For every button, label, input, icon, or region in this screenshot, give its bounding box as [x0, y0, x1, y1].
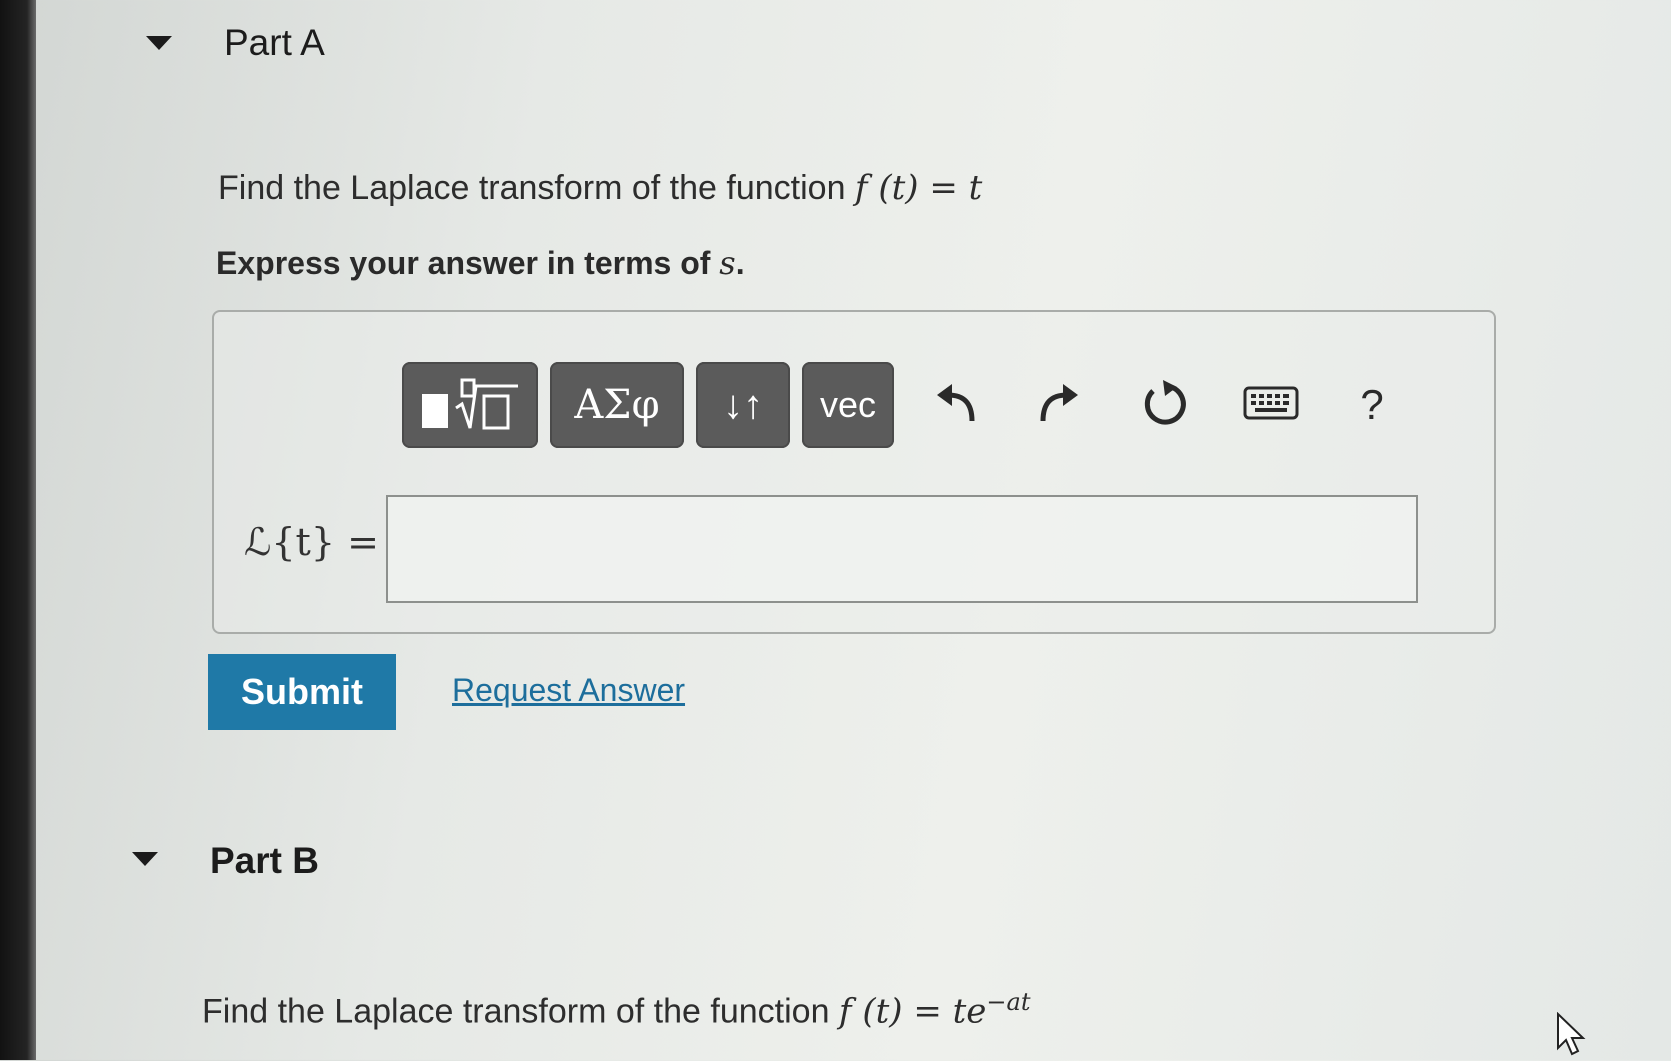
part-a-title: Part A	[224, 22, 325, 63]
screen-edge	[0, 0, 36, 1060]
instruction-period: .	[735, 245, 745, 281]
vec-label: vec	[819, 384, 877, 425]
instruction-text: Express your answer in terms of	[216, 245, 720, 281]
redo-button[interactable]	[1006, 362, 1112, 448]
undo-icon	[934, 381, 978, 430]
greek-symbols-button[interactable]: ΑΣφ	[550, 362, 684, 448]
part-b-title: Part B	[210, 840, 319, 881]
collapse-caret-icon[interactable]	[146, 36, 172, 50]
request-answer-link[interactable]: Request Answer	[452, 672, 685, 709]
undo-button[interactable]	[906, 362, 1006, 448]
part-a-question: Find the Laplace transform of the functi…	[218, 168, 982, 208]
templates-button[interactable]	[402, 362, 538, 448]
keyboard-button[interactable]	[1218, 362, 1324, 448]
keyboard-icon	[1243, 386, 1299, 425]
mouse-cursor-icon	[1556, 1011, 1586, 1061]
greek-symbols-label: ΑΣφ	[574, 382, 660, 428]
templates-icon	[420, 374, 520, 437]
question-formula: f (t) = te	[838, 991, 987, 1032]
question-formula: f (t) = t	[854, 168, 983, 208]
vector-button[interactable]: vec	[802, 362, 894, 448]
help-button[interactable]: ?	[1324, 362, 1420, 448]
answer-input[interactable]	[386, 495, 1418, 603]
arrows-label: ↓↑	[723, 382, 763, 427]
question-text: Find the Laplace transform of the functi…	[202, 992, 839, 1031]
reset-icon	[1141, 379, 1189, 432]
answer-instruction: Express your answer in terms of s.	[216, 244, 745, 282]
math-toolbar: ΑΣφ ↓↑ vec ?	[402, 362, 1420, 448]
help-label: ?	[1360, 381, 1384, 428]
redo-icon	[1037, 381, 1081, 430]
collapse-caret-icon[interactable]	[132, 852, 158, 866]
question-text: Find the Laplace transform of the functi…	[218, 169, 855, 207]
question-exponent: −at	[986, 988, 1031, 1016]
instruction-variable: s	[719, 244, 736, 282]
subscript-superscript-button[interactable]: ↓↑	[696, 362, 790, 448]
equation-label: ℒ{t} =	[244, 520, 379, 564]
part-b-question: Find the Laplace transform of the functi…	[202, 988, 1030, 1031]
reset-button[interactable]	[1112, 362, 1218, 448]
submit-button[interactable]: Submit	[208, 654, 396, 730]
